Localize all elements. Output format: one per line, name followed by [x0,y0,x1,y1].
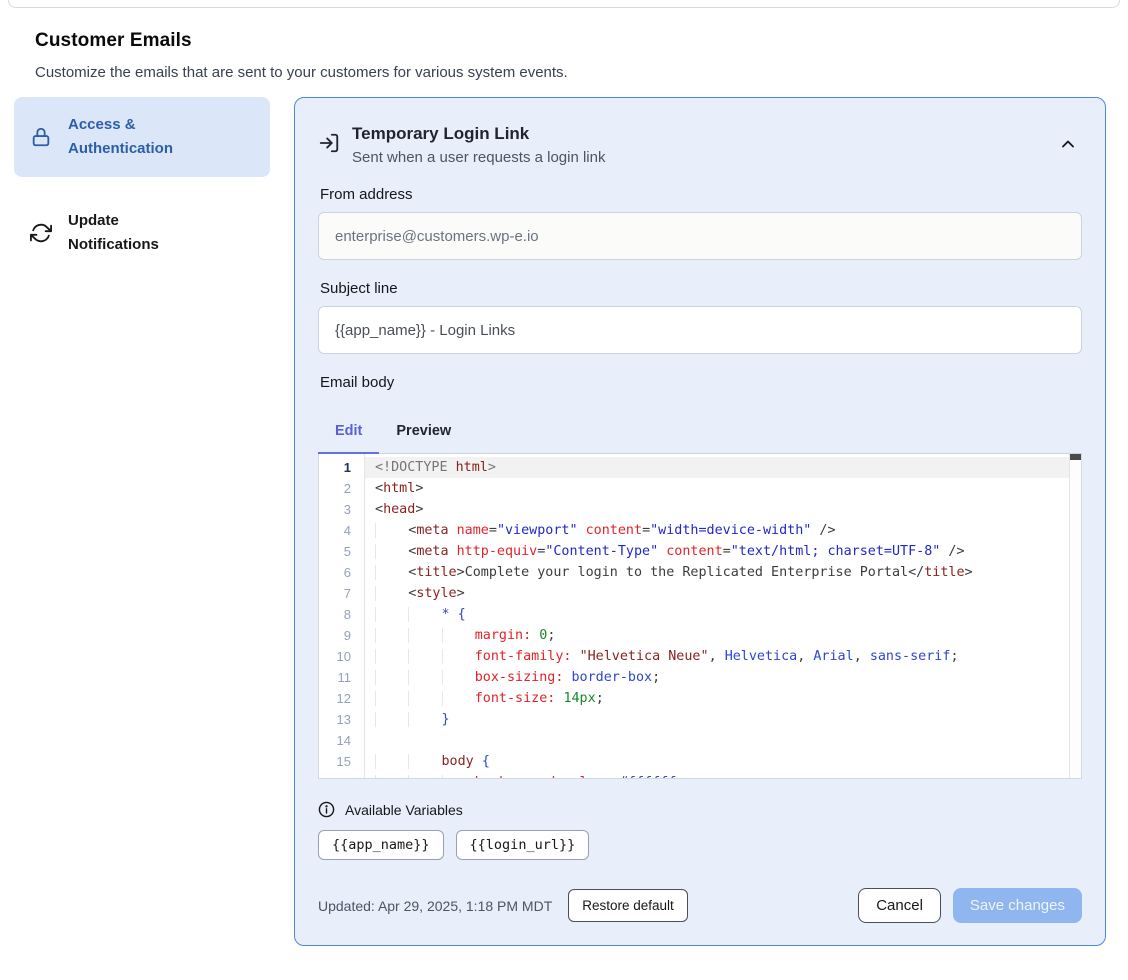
code-line: font-family: "Helvetica Neue", Helvetica… [365,646,1081,667]
line-number: 2 [319,478,364,499]
line-number: 16 [319,772,364,779]
email-types-sidebar: Access & Authentication Update Notificat… [14,97,270,273]
cancel-button[interactable]: Cancel [858,888,941,923]
save-changes-button[interactable]: Save changes [953,888,1082,923]
page-title: Customer Emails [35,30,1093,52]
panel-header: Temporary Login Link Sent when a user re… [318,124,1082,166]
email-settings-panel: Temporary Login Link Sent when a user re… [294,97,1106,946]
from-address-label: From address [320,186,1082,203]
variable-chip-login-url[interactable]: {{login_url}} [456,830,590,860]
refresh-icon [30,222,52,244]
sidebar-item-label: Update Notifications [68,209,200,257]
sidebar-item-access-authentication[interactable]: Access & Authentication [14,97,270,177]
code-line: font-size: 14px; [365,688,1081,709]
page-subtitle: Customize the emails that are sent to yo… [35,64,1093,81]
line-number-gutter: 12345678910111213141516 [319,454,365,778]
code-line: background-color: #ffffff; [365,772,1081,778]
collapse-section-button[interactable] [1058,132,1082,156]
sidebar-item-label: Access & Authentication [68,113,200,161]
line-number: 1 [319,457,364,478]
line-number: 13 [319,709,364,730]
panel-footer: Updated: Apr 29, 2025, 1:18 PM MDT Resto… [318,888,1082,923]
line-number: 9 [319,625,364,646]
available-variables-label: Available Variables [345,802,463,818]
line-number: 15 [319,751,364,772]
tab-preview[interactable]: Preview [379,417,468,453]
updated-timestamp: Updated: Apr 29, 2025, 1:18 PM MDT [318,898,552,914]
content-row: Access & Authentication Update Notificat… [14,97,1106,946]
code-line: <meta http-equiv="Content-Type" content=… [365,541,1081,562]
login-icon [318,132,340,154]
code-line: <head> [365,499,1081,520]
editor-scrollbar[interactable] [1069,454,1081,778]
line-number: 4 [319,520,364,541]
info-icon [318,801,335,818]
tab-edit[interactable]: Edit [318,417,379,453]
line-number: 6 [319,562,364,583]
variable-chips: {{app_name}} {{login_url}} [318,830,1082,860]
code-editor[interactable]: 12345678910111213141516 <!DOCTYPE html><… [318,454,1082,779]
line-number: 7 [319,583,364,604]
line-number: 11 [319,667,364,688]
code-line: <meta name="viewport" content="width=dev… [365,520,1081,541]
chevron-up-icon [1058,134,1082,154]
code-line: <!DOCTYPE html> [365,457,1081,478]
lock-icon [30,126,52,148]
page-header: Customer Emails Customize the emails tha… [0,0,1128,81]
panel-title: Temporary Login Link [352,124,605,144]
code-line: <style> [365,583,1081,604]
sidebar-item-update-notifications[interactable]: Update Notifications [14,193,270,273]
from-address-input[interactable] [318,212,1082,260]
subject-line-label: Subject line [320,280,1082,297]
panel-subtitle: Sent when a user requests a login link [352,149,605,166]
code-line: box-sizing: border-box; [365,667,1081,688]
scrollbar-thumb[interactable] [1070,454,1081,460]
panel-header-text: Temporary Login Link Sent when a user re… [352,124,605,166]
available-variables-header: Available Variables [318,801,1082,818]
code-line: * { [365,604,1081,625]
restore-default-button[interactable]: Restore default [568,889,688,922]
code-line: } [365,709,1081,730]
line-number: 12 [319,688,364,709]
code-line: margin: 0; [365,625,1081,646]
code-line: <title>Complete your login to the Replic… [365,562,1081,583]
line-number: 8 [319,604,364,625]
code-line: body { [365,751,1081,772]
email-body-label: Email body [320,374,1082,391]
code-area[interactable]: <!DOCTYPE html><html><head> <meta name="… [365,454,1081,778]
line-number: 3 [319,499,364,520]
previous-card-bottom-edge [8,0,1120,8]
editor-tabs: Edit Preview [318,417,1082,453]
code-line: <html> [365,478,1081,499]
line-number: 10 [319,646,364,667]
variable-chip-app-name[interactable]: {{app_name}} [318,830,444,860]
line-number: 14 [319,730,364,751]
line-number: 5 [319,541,364,562]
subject-line-input[interactable] [318,306,1082,354]
code-line [365,730,1081,751]
